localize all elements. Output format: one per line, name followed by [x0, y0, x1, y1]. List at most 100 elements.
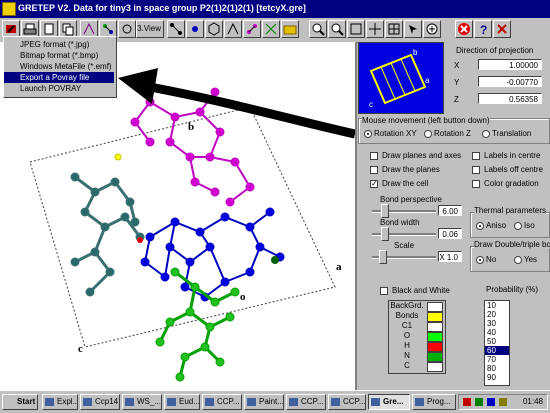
projection-z-field[interactable]: 0.56358	[478, 93, 542, 104]
zoom-out-icon[interactable]	[328, 20, 346, 38]
zoom-in-icon[interactable]	[309, 20, 327, 38]
clock: 01:48	[522, 397, 543, 406]
menu-item-bitmap[interactable]: Bitmap format (*.bmp)	[4, 50, 114, 61]
rotate-icon[interactable]	[118, 20, 136, 38]
check-labels-off-centre[interactable]	[472, 166, 480, 174]
menu-item-jpeg[interactable]: JPEG format (*.jpg)	[4, 39, 114, 50]
bond-width-value: 0.06	[438, 228, 462, 239]
probability-item[interactable]: 40	[485, 328, 509, 337]
bond-icon[interactable]	[167, 20, 185, 38]
radio-iso[interactable]	[514, 222, 522, 230]
annotation-arrowhead	[118, 68, 158, 104]
tray-icon-3[interactable]	[487, 398, 495, 406]
folder-icon[interactable]	[281, 20, 299, 38]
task-ccp-2[interactable]: CCP...	[286, 394, 326, 410]
check-planes-axes[interactable]	[370, 152, 378, 160]
check-labels-centre[interactable]	[472, 152, 480, 160]
task-ccp-1[interactable]: CCP...	[202, 394, 242, 410]
color-swatch-bonds[interactable]	[427, 312, 443, 322]
probability-item[interactable]: 90	[485, 373, 509, 382]
task-prog[interactable]: Prog...	[412, 394, 456, 410]
color-swatch-n[interactable]	[427, 352, 443, 362]
ring-icon[interactable]	[205, 20, 223, 38]
axis-label-c: c	[78, 343, 83, 355]
inset-label-b: b	[413, 48, 418, 57]
menu-item-launch-povray[interactable]: Launch POVRAY	[4, 83, 114, 94]
probability-list[interactable]: 10 20 30 40 50 60 70 80 90	[484, 300, 510, 386]
axis-label-a: a	[336, 261, 342, 273]
task-ccp-3[interactable]: CCP...	[328, 394, 366, 410]
tray-icon-2[interactable]	[475, 398, 483, 406]
radio-rotation-xy[interactable]	[364, 130, 372, 138]
axis-label-b: b	[188, 121, 194, 133]
radio-translation[interactable]	[482, 130, 490, 138]
probability-item[interactable]: 10	[485, 301, 509, 310]
probability-item[interactable]: 50	[485, 337, 509, 346]
probability-item[interactable]: 30	[485, 319, 509, 328]
scale-label: Scale	[394, 241, 415, 250]
check-color-gradation-label: Color gradation	[484, 179, 539, 188]
network-icon[interactable]	[262, 20, 280, 38]
bond-width-label: Bond width	[380, 218, 420, 227]
projection-y-label: Y	[454, 78, 460, 87]
check-color-gradation[interactable]	[472, 180, 480, 188]
scale-slider[interactable]	[378, 250, 387, 264]
menu-item-metafile[interactable]: Windows MetaFile (*.emf)	[4, 61, 114, 72]
menu-item-povray-export[interactable]: Export a Povray file	[4, 72, 114, 83]
add-icon[interactable]	[423, 20, 441, 38]
view-button[interactable]: 3.View	[136, 20, 164, 38]
check-draw-cell[interactable]: ✓	[370, 180, 378, 188]
radio-rotation-z[interactable]	[424, 130, 432, 138]
task-paint[interactable]: Paint...	[244, 394, 284, 410]
radio-iso-label: Iso	[524, 221, 535, 230]
thermal-title: Thermal parameters	[474, 206, 547, 215]
projection-x-field[interactable]: 1.00000	[478, 59, 542, 70]
bond-width-slider[interactable]	[380, 227, 389, 241]
move-icon[interactable]	[366, 20, 384, 38]
probability-item[interactable]: 80	[485, 364, 509, 373]
help-icon[interactable]: ?	[474, 20, 492, 38]
task-explorer[interactable]: Expl...	[42, 394, 78, 410]
bond-perspective-slider[interactable]	[380, 204, 389, 218]
grid-icon[interactable]	[385, 20, 403, 38]
radio-double-yes[interactable]	[514, 256, 522, 264]
probability-item[interactable]: 70	[485, 355, 509, 364]
select-icon[interactable]	[404, 20, 422, 38]
close-icon[interactable]	[455, 20, 473, 38]
task-ccp14[interactable]: Ccp14	[80, 394, 120, 410]
start-button[interactable]: Start	[2, 394, 38, 410]
task-eudora[interactable]: Eud...	[164, 394, 200, 410]
projection-y-field[interactable]: -0.00770	[478, 76, 542, 87]
check-black-white[interactable]	[380, 287, 388, 295]
color-swatch-c1[interactable]	[427, 322, 443, 332]
svg-text:?: ?	[480, 23, 487, 36]
check-draw-planes[interactable]	[370, 166, 378, 174]
window-title: GRETEP V2. Data for tiny3 in space group…	[18, 3, 306, 13]
check-black-white-label: Black and White	[392, 286, 450, 295]
exit-icon[interactable]	[493, 20, 511, 38]
color-swatch-o[interactable]	[427, 332, 443, 342]
double-bond-title: Draw Double/triple bo	[474, 240, 550, 249]
color-swatch-backgrd[interactable]	[427, 302, 443, 312]
radio-double-no[interactable]	[476, 256, 484, 264]
tray-icon-4[interactable]	[499, 398, 507, 406]
task-gretep[interactable]: Gre...	[368, 394, 410, 410]
link-icon[interactable]	[243, 20, 261, 38]
task-ws-ftp[interactable]: WS_...	[122, 394, 162, 410]
probability-item-selected[interactable]: 60	[485, 346, 509, 355]
check-planes-axes-label: Draw planes and axes	[382, 151, 462, 160]
radio-aniso-label: Aniso	[486, 221, 507, 230]
color-swatch-c[interactable]	[427, 362, 443, 372]
atom-icon[interactable]	[186, 20, 204, 38]
color-label-bonds: Bonds	[395, 311, 419, 320]
probability-item[interactable]: 20	[485, 310, 509, 319]
fit-icon[interactable]	[347, 20, 365, 38]
color-swatch-h[interactable]	[427, 342, 443, 352]
tray-icon-1[interactable]	[463, 398, 471, 406]
label-icon[interactable]	[224, 20, 242, 38]
bond-perspective-value: 6.00	[438, 205, 462, 216]
blue-molecule	[140, 207, 285, 302]
bond-perspective-label: Bond perspective	[380, 195, 442, 204]
color-label-c1: C1	[401, 321, 413, 330]
radio-aniso[interactable]	[476, 222, 484, 230]
